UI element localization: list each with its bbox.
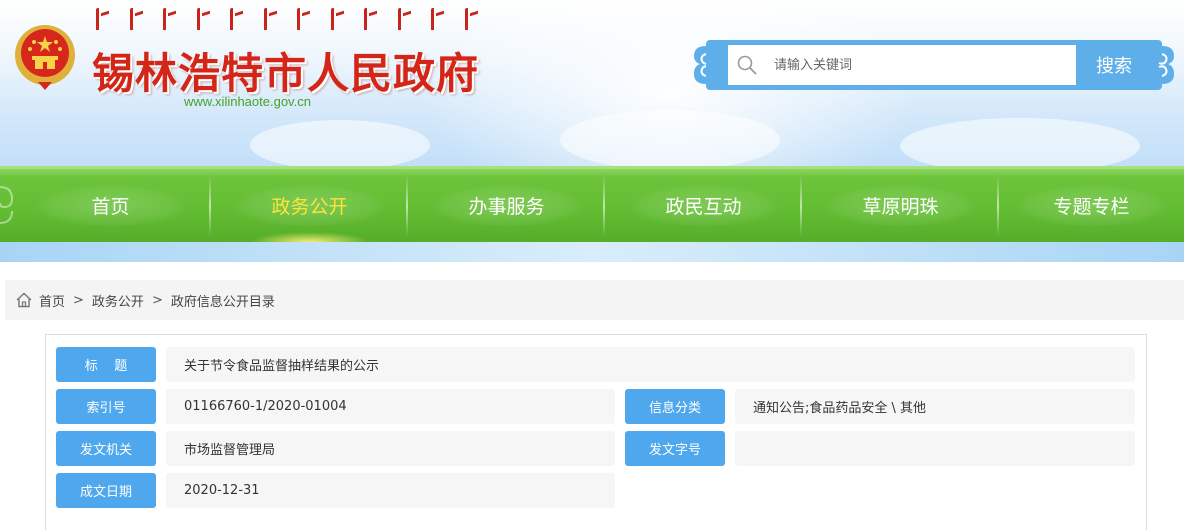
nav-item-home[interactable]: 首页 — [12, 169, 209, 242]
nav-item-services[interactable]: 办事服务 — [408, 169, 605, 242]
nav-item-label: 专题专栏 — [1053, 196, 1130, 218]
date-label: 成文日期 — [56, 473, 156, 508]
nav-item-special-topics[interactable]: 专题专栏 — [999, 169, 1184, 242]
search-button[interactable]: 搜索 — [1076, 45, 1152, 85]
nav-item-label: 草原明珠 — [862, 196, 939, 218]
site-title: 锡林浩特市人民政府 — [92, 49, 480, 98]
category-label: 信息分类 — [625, 389, 725, 424]
national-emblem-icon — [15, 25, 75, 90]
nav-item-label: 政务公开 — [271, 196, 348, 218]
nav-item-government-affairs[interactable]: 政务公开 — [211, 169, 408, 242]
title-label: 标 题 — [56, 347, 156, 382]
category-value: 通知公告;食品药品安全 \ 其他 — [735, 389, 1135, 424]
site-url: www.xilinhaote.gov.cn — [184, 94, 311, 109]
main-nav: 首页 政务公开 办事服务 政民互动 草原明珠 专题专栏 — [0, 166, 1184, 242]
nav-item-label: 首页 — [91, 196, 130, 218]
active-indicator — [249, 232, 370, 242]
index-number-value: 01166760-1/2020-01004 — [166, 389, 615, 424]
mongolian-script-title — [96, 6, 476, 32]
nav-item-label: 办事服务 — [468, 196, 545, 218]
cloud-decoration — [560, 110, 780, 166]
breadcrumb-link-home[interactable]: 首页 — [39, 291, 65, 310]
nav-item-interaction[interactable]: 政民互动 — [605, 169, 802, 242]
cloud-decoration — [250, 120, 430, 166]
issuer-value: 市场监督管理局 — [166, 431, 615, 466]
index-number-label: 索引号 — [56, 389, 156, 424]
breadcrumb-link-government-affairs[interactable]: 政务公开 — [92, 291, 144, 310]
breadcrumb-separator: > — [73, 292, 84, 308]
breadcrumb: 首页 > 政务公开 > 政府信息公开目录 — [5, 280, 1184, 320]
nav-bottom-strip — [0, 242, 1184, 262]
breadcrumb-separator: > — [151, 292, 163, 308]
issuer-label: 发文机关 — [56, 431, 156, 466]
cloud-decoration — [900, 118, 1140, 166]
site-header: 锡林浩特市人民政府 www.xilinhaote.gov.cn 搜索 — [0, 0, 1184, 166]
nav-item-label: 政民互动 — [665, 196, 742, 218]
date-value: 2020-12-31 — [166, 473, 615, 508]
search-icon — [737, 55, 757, 75]
home-icon — [16, 292, 32, 308]
document-info-table: 标 题 关于节令食品监督抽样结果的公示 索引号 01166760-1/2020-… — [45, 334, 1147, 530]
search-bar: 搜索 — [692, 40, 1176, 90]
document-number-value — [735, 431, 1135, 466]
search-input[interactable] — [728, 45, 1076, 85]
nav-item-grassland-pearl[interactable]: 草原明珠 — [802, 169, 999, 242]
title-value: 关于节令食品监督抽样结果的公示 — [166, 347, 1135, 382]
breadcrumb-link-directory[interactable]: 政府信息公开目录 — [171, 291, 275, 310]
document-number-label: 发文字号 — [625, 431, 725, 466]
